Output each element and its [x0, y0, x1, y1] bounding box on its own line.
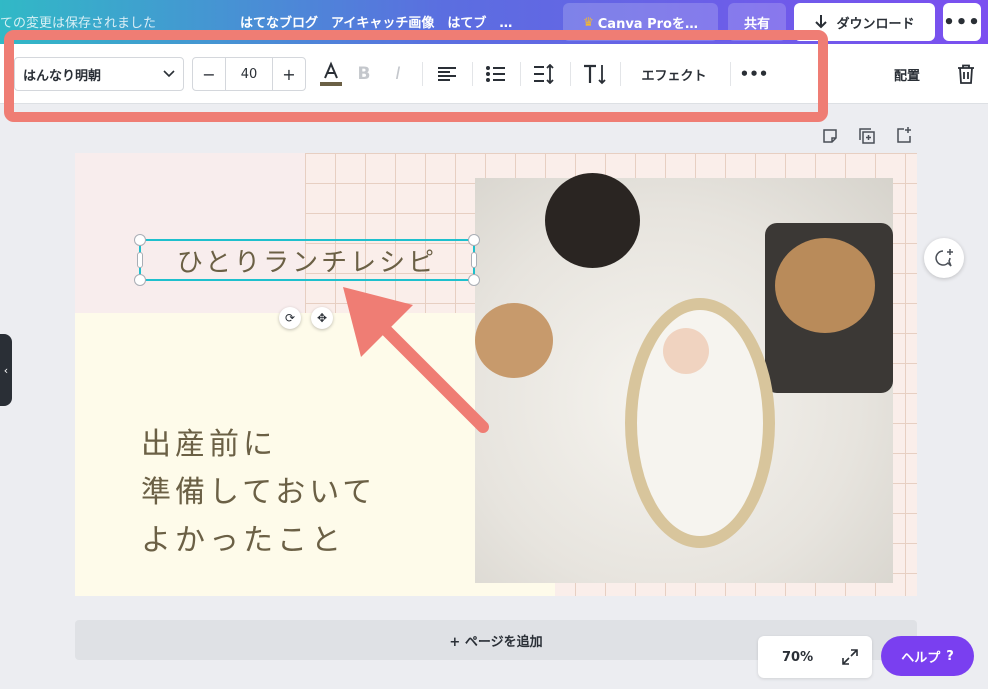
rotate-icon: ⟳	[284, 311, 296, 325]
list-button[interactable]	[484, 57, 508, 91]
font-size-stepper: − +	[192, 57, 306, 91]
increase-font-size-button[interactable]: +	[273, 58, 305, 90]
toolbar-divider	[472, 62, 473, 86]
help-label: ヘルプ	[901, 650, 941, 666]
document-title[interactable]: はてなブログ アイキャッチ画像 はてブ …	[240, 12, 512, 31]
text-align-button[interactable]	[434, 57, 460, 91]
resize-handle-bottom-left[interactable]	[134, 274, 146, 286]
top-bar: ての変更は保存されました はてなブログ アイキャッチ画像 はてブ … ♛ Can…	[0, 0, 988, 44]
subtitle-text[interactable]: 出産前に 準備しておいて よかったこと	[141, 421, 376, 565]
line-spacing-icon	[534, 64, 554, 84]
more-tools-button[interactable]: •••	[738, 57, 770, 91]
download-label: ダウンロード	[836, 16, 915, 32]
family-photo[interactable]	[475, 173, 893, 583]
bold-button[interactable]: B	[352, 57, 376, 91]
canva-pro-label: Canva Proを…	[597, 16, 698, 32]
font-size-input[interactable]	[225, 58, 273, 90]
title-text: ひとりランチレシピ	[176, 247, 438, 278]
selected-title-textbox[interactable]: ひとりランチレシピ	[134, 234, 480, 286]
effects-label: エフェクト	[641, 68, 707, 84]
bold-icon: B	[357, 64, 371, 84]
resize-handle-top-left[interactable]	[134, 234, 146, 246]
photo-baby	[663, 328, 709, 374]
duplicate-icon	[859, 128, 875, 144]
add-comment-button[interactable]	[924, 238, 964, 278]
add-page-label: + ページを追加	[449, 634, 543, 650]
vertical-text-icon	[584, 64, 606, 85]
help-button[interactable]: ヘルプ ?	[881, 636, 974, 676]
text-toolbar: はんなり明朝 − + B I	[0, 44, 988, 104]
resize-handle-top-right[interactable]	[468, 234, 480, 246]
chevron-down-icon	[163, 70, 175, 78]
subtitle-line: 準備しておいて	[141, 475, 377, 510]
pointer-arrow-annotation	[343, 287, 489, 433]
question-mark-icon: ?	[946, 648, 954, 664]
crown-icon: ♛	[583, 15, 594, 29]
arrange-button[interactable]: 配置	[884, 57, 930, 91]
align-left-icon	[438, 67, 456, 81]
bullet-list-icon	[486, 66, 505, 82]
zoom-level[interactable]: 70%	[782, 650, 813, 665]
move-button[interactable]: ✥	[311, 307, 333, 329]
share-button[interactable]: 共有	[728, 3, 786, 41]
more-options-icon: •••	[943, 11, 981, 33]
fullscreen-icon[interactable]	[842, 649, 858, 665]
photo-mother-head	[775, 238, 875, 333]
collapse-panel-button[interactable]: ‹	[0, 334, 12, 406]
more-options-button[interactable]: •••	[943, 3, 981, 41]
zoom-control[interactable]: 70%	[758, 636, 872, 678]
effects-button[interactable]: エフェクト	[628, 57, 720, 91]
toolbar-divider	[520, 62, 521, 86]
design-canvas[interactable]: 出産前に 準備しておいて よかったこと ひとりランチレシピ ⟳ ✥	[75, 153, 917, 596]
page-notes-button[interactable]	[822, 128, 838, 148]
move-icon: ✥	[316, 311, 328, 325]
trash-icon	[958, 64, 974, 84]
font-family-dropdown[interactable]: はんなり明朝	[14, 57, 184, 91]
toolbar-divider	[620, 62, 621, 86]
font-family-value: はんなり明朝	[23, 68, 102, 84]
decrease-font-size-button[interactable]: −	[193, 58, 225, 90]
toolbar-divider	[730, 62, 731, 86]
download-arrow-icon	[815, 15, 828, 29]
add-page-icon-button[interactable]	[895, 126, 913, 148]
delete-button[interactable]	[954, 57, 978, 91]
add-page-icon	[897, 127, 911, 143]
note-icon	[823, 129, 837, 143]
toolbar-divider	[570, 62, 571, 86]
download-button[interactable]: ダウンロード	[794, 3, 935, 41]
canva-pro-button[interactable]: ♛ Canva Proを…	[563, 3, 718, 41]
italic-button[interactable]: I	[386, 57, 410, 91]
resize-handle-left[interactable]	[137, 252, 143, 268]
chevron-left-icon: ‹	[3, 363, 9, 377]
spacing-button[interactable]	[532, 57, 556, 91]
vertical-text-button[interactable]	[582, 57, 608, 91]
comment-icon	[935, 249, 953, 267]
rotate-button[interactable]: ⟳	[279, 307, 301, 329]
photo-father-head	[545, 173, 640, 268]
arrange-label: 配置	[893, 68, 920, 84]
share-label: 共有	[743, 16, 770, 32]
text-color-button[interactable]	[318, 57, 344, 91]
resize-handle-right[interactable]	[471, 252, 477, 268]
toolbar-divider	[422, 62, 423, 86]
more-tools-icon: •••	[739, 65, 769, 83]
italic-icon: I	[395, 64, 401, 84]
duplicate-page-button[interactable]	[859, 128, 875, 148]
text-color-icon	[320, 61, 342, 86]
subtitle-line: よかったこと	[141, 523, 345, 558]
save-status: ての変更は保存されました	[0, 16, 157, 31]
